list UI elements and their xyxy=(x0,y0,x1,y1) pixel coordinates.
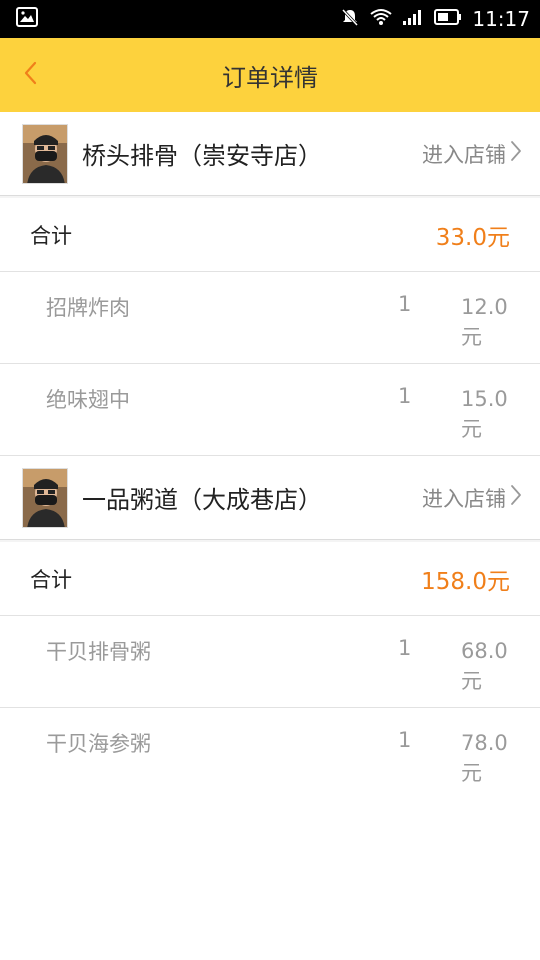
enter-shop-link[interactable]: 进入店铺 xyxy=(422,483,522,513)
total-row: 合计 158.0元 xyxy=(0,542,540,616)
order-item-row: 干贝排骨粥 1 68.0元 xyxy=(0,616,540,708)
total-row: 合计 33.0元 xyxy=(0,198,540,272)
item-name: 干贝排骨粥 xyxy=(46,640,151,664)
header-bar: 订单详情 xyxy=(0,38,540,112)
item-name: 绝味翅中 xyxy=(46,388,130,412)
item-quantity: 1 xyxy=(398,636,412,660)
status-time: 11:17 xyxy=(472,7,530,31)
enter-shop-link[interactable]: 进入店铺 xyxy=(422,139,522,169)
wifi-icon xyxy=(370,8,392,30)
shop-avatar xyxy=(22,123,68,184)
order-section: 一品粥道（大成巷店） 进入店铺 合计 158.0元 干贝排骨粥 1 68.0元 … xyxy=(0,456,540,800)
order-section: 桥头排骨（崇安寺店） 进入店铺 合计 33.0元 招牌炸肉 1 12.0元 绝味… xyxy=(0,112,540,456)
item-price: 15.0元 xyxy=(461,387,508,441)
item-quantity: 1 xyxy=(398,292,412,316)
shop-avatar xyxy=(22,467,68,528)
total-amount: 33.0元 xyxy=(435,224,510,251)
enter-shop-label: 进入店铺 xyxy=(422,486,506,511)
item-name: 招牌炸肉 xyxy=(46,296,130,320)
enter-shop-label: 进入店铺 xyxy=(422,142,506,167)
chevron-left-icon xyxy=(23,61,37,89)
item-name: 干贝海参粥 xyxy=(46,732,151,756)
order-item-row: 绝味翅中 1 15.0元 xyxy=(0,364,540,456)
item-price: 68.0元 xyxy=(461,639,508,693)
shop-name: 一品粥道（大成巷店） xyxy=(82,486,322,514)
item-quantity: 1 xyxy=(398,728,412,752)
status-left xyxy=(16,7,38,31)
order-item-row: 招牌炸肉 1 12.0元 xyxy=(0,272,540,364)
chevron-right-icon xyxy=(506,484,522,511)
status-bar: 11:17 xyxy=(0,0,540,38)
image-notification-icon xyxy=(16,7,38,31)
shop-row[interactable]: 桥头排骨（崇安寺店） 进入店铺 xyxy=(0,112,540,196)
item-quantity: 1 xyxy=(398,384,412,408)
battery-icon xyxy=(434,9,462,29)
status-right: 11:17 xyxy=(330,7,530,31)
item-price: 78.0元 xyxy=(461,731,508,785)
signal-icon xyxy=(402,8,424,30)
item-price: 12.0元 xyxy=(461,295,508,349)
total-label: 合计 xyxy=(30,223,72,248)
back-button[interactable] xyxy=(10,55,50,95)
shop-row[interactable]: 一品粥道（大成巷店） 进入店铺 xyxy=(0,456,540,540)
total-label: 合计 xyxy=(30,567,72,592)
chevron-right-icon xyxy=(506,140,522,167)
page-title: 订单详情 xyxy=(222,63,318,92)
mute-icon xyxy=(340,7,360,31)
order-item-row: 干贝海参粥 1 78.0元 xyxy=(0,708,540,800)
shop-name: 桥头排骨（崇安寺店） xyxy=(82,142,322,170)
total-amount: 158.0元 xyxy=(421,568,510,595)
